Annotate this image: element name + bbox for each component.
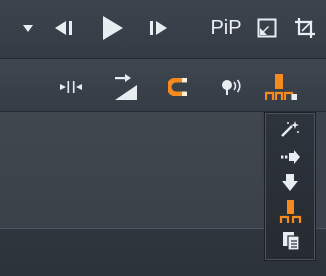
audio-scrub-icon <box>222 79 241 95</box>
smart-insert-icon <box>281 121 299 137</box>
previous-frame-button[interactable] <box>50 15 76 41</box>
magnet-snap-icon <box>168 78 187 96</box>
menu-item-overwrite-mode[interactable] <box>278 199 304 225</box>
play-icon <box>103 16 123 40</box>
pip-button[interactable]: PiP <box>208 15 244 41</box>
insert-clip-icon <box>115 74 137 100</box>
audio-scrub-button[interactable] <box>219 76 245 98</box>
next-frame-icon <box>150 21 167 35</box>
insert-down-icon <box>282 174 298 191</box>
previous-frame-icon <box>55 21 72 35</box>
menu-item-paste[interactable] <box>280 229 302 253</box>
magnet-snap-button[interactable] <box>166 76 190 98</box>
split-button[interactable] <box>58 76 84 98</box>
dropdown-arrow-icon[interactable] <box>20 19 36 37</box>
menu-item-smart-insert[interactable] <box>278 118 302 140</box>
play-button[interactable] <box>95 12 129 44</box>
fullscreen-toggle-button[interactable] <box>255 16 279 40</box>
resize-window-icon <box>257 18 277 38</box>
split-icon <box>60 81 82 93</box>
placement-mode-icon <box>265 74 297 100</box>
timeline-track-1[interactable] <box>0 112 262 227</box>
menu-item-insert-right[interactable] <box>278 146 302 168</box>
crop-icon <box>295 18 315 38</box>
crop-button[interactable] <box>292 15 318 41</box>
insert-clip-button[interactable] <box>112 72 140 102</box>
placement-mode-button[interactable] <box>264 72 298 102</box>
overwrite-mode-icon <box>279 200 302 223</box>
insert-right-icon <box>281 150 300 164</box>
menu-item-insert-down[interactable] <box>278 171 302 195</box>
next-frame-button[interactable] <box>146 15 172 41</box>
paste-icon <box>283 232 300 251</box>
